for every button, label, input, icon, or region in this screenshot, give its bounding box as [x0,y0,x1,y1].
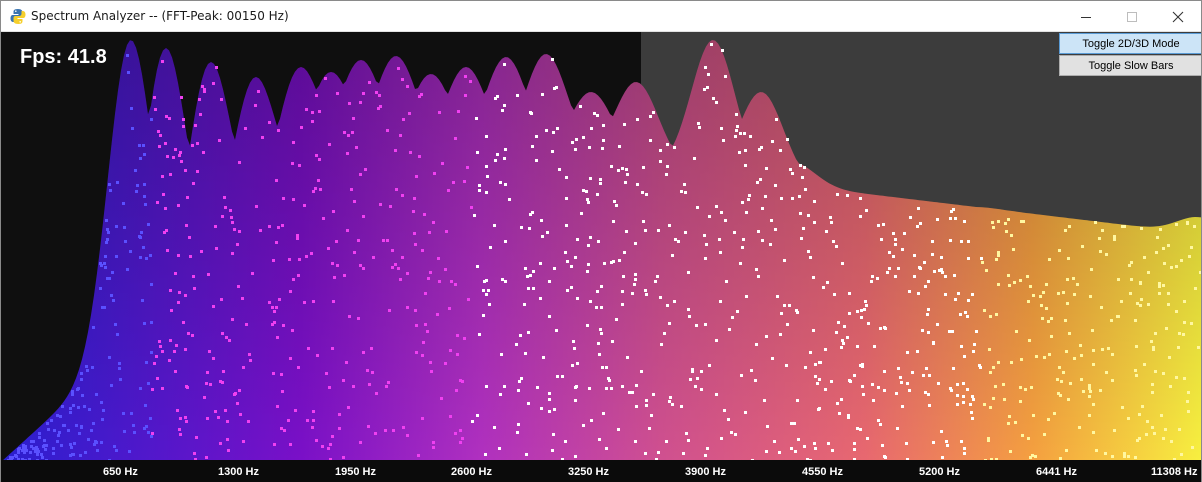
toggle-slow-bars-button[interactable]: Toggle Slow Bars [1059,55,1201,76]
close-icon [1172,11,1184,23]
minimize-icon [1080,11,1092,23]
spectrum-visualization [1,32,1201,482]
fps-counter: Fps: 41.8 [20,46,107,68]
frequency-tick-label: 2600 Hz [451,466,492,478]
frequency-tick-label: 4550 Hz [802,466,843,478]
frequency-tick-label: 650 Hz [103,466,138,478]
frequency-tick-label: 11308 Hz [1151,466,1198,478]
title-bar[interactable]: Spectrum Analyzer -- (FFT-Peak: 00150 Hz… [1,1,1201,32]
frequency-tick-label: 1950 Hz [335,466,376,478]
frequency-tick-label: 5200 Hz [919,466,960,478]
maximize-button[interactable] [1109,1,1155,32]
maximize-icon [1126,11,1138,23]
minimize-button[interactable] [1063,1,1109,32]
spectrum-canvas-area: Fps: 41.8 Toggle 2D/3D Mode Toggle Slow … [1,32,1201,482]
frequency-tick-label: 3900 Hz [685,466,726,478]
toggle-2d-3d-button[interactable]: Toggle 2D/3D Mode [1059,33,1201,54]
python-icon [10,8,26,25]
spectrum-shading [1,40,1201,462]
window-title: Spectrum Analyzer -- (FFT-Peak: 00150 Hz… [31,9,289,23]
frequency-tick-label: 3250 Hz [568,466,609,478]
spectrum-analyzer-window: Spectrum Analyzer -- (FFT-Peak: 00150 Hz… [0,0,1202,482]
close-button[interactable] [1155,1,1201,32]
frequency-tick-label: 6441 Hz [1036,466,1077,478]
frequency-tick-label: 1300 Hz [218,466,259,478]
